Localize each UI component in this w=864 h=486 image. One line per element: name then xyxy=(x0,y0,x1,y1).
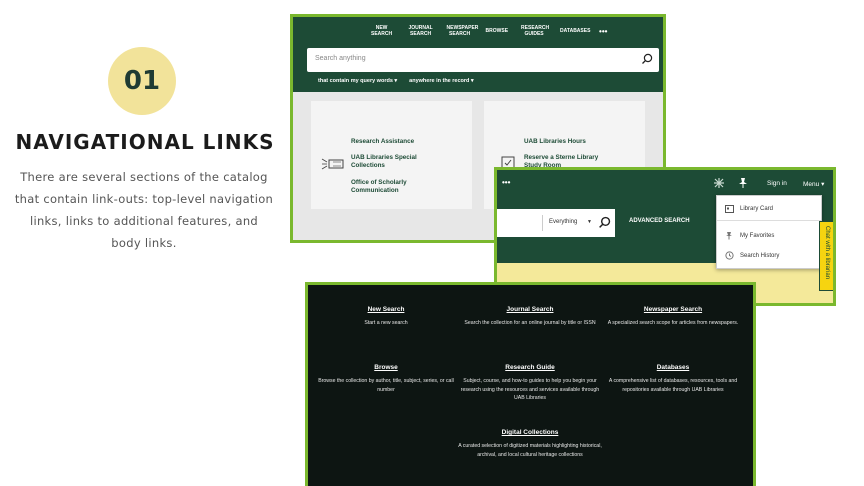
search-placeholder: Search anything xyxy=(315,55,366,62)
nav-title[interactable]: Journal Search xyxy=(455,305,605,314)
nav-card-research-guide[interactable]: Research Guide Subject, course, and how-… xyxy=(455,363,605,403)
search-filters: that contain my query words ▾ anywhere i… xyxy=(318,78,474,84)
nav-card-journal-search[interactable]: Journal Search Search the collection for… xyxy=(455,305,605,328)
search-band: Search anything that contain my query wo… xyxy=(293,45,663,92)
pin-icon[interactable] xyxy=(713,177,725,189)
id-card-icon xyxy=(725,205,734,213)
nav-description: A curated selection of digitized materia… xyxy=(458,443,602,458)
nav-title[interactable]: Digital Collections xyxy=(455,428,605,437)
user-menu-dropdown: Library Card My Favorites Search History xyxy=(716,195,822,269)
navigation-panel-screenshot: New Search Start a new search Journal Se… xyxy=(305,282,756,486)
nav-description: Subject, course, and how-to guides to he… xyxy=(460,378,600,401)
nav-newspaper-search[interactable]: NEWSPAPER SEARCH xyxy=(447,25,479,37)
pushpin-icon[interactable] xyxy=(737,177,749,189)
search-input[interactable]: Everything ▼ xyxy=(497,209,615,237)
chevron-down-icon[interactable]: ▼ xyxy=(587,219,592,225)
search-icon[interactable] xyxy=(598,216,611,229)
more-menu-icon[interactable]: ••• xyxy=(599,27,607,36)
nav-card-browse[interactable]: Browse Browse the collection by author, … xyxy=(311,363,461,394)
divider xyxy=(542,215,543,231)
nav-description: A specialized search scope for articles … xyxy=(607,320,739,326)
nav-research-guides[interactable]: RESEARCH GUIDES xyxy=(521,25,549,37)
menu-item-library-card[interactable]: Library Card xyxy=(725,205,773,213)
sign-in-link[interactable]: Sign in xyxy=(767,180,787,187)
link-special-collections[interactable]: UAB Libraries Special Collections xyxy=(351,154,451,170)
main-search-input[interactable]: Search anything xyxy=(307,48,659,72)
history-icon xyxy=(725,251,734,260)
chat-with-librarian-tab[interactable]: Chat with a librarian xyxy=(819,221,833,291)
nav-new-search[interactable]: NEW SEARCH xyxy=(369,25,395,37)
header-top-bar: ••• Sign in Menu ▾ xyxy=(497,170,833,198)
scope-selector[interactable]: Everything xyxy=(549,219,577,225)
section-heading: NAVIGATIONAL LINKS xyxy=(15,130,275,154)
nav-journal-search[interactable]: JOURNAL SEARCH xyxy=(408,25,434,37)
link-research-assistance[interactable]: Research Assistance xyxy=(351,138,461,146)
menu-item-my-favorites[interactable]: My Favorites xyxy=(725,231,774,240)
nav-title[interactable]: Databases xyxy=(598,363,748,372)
flashlight-icon xyxy=(321,158,344,170)
nav-title[interactable]: Newspaper Search xyxy=(598,305,748,314)
advanced-search-link[interactable]: ADVANCED SEARCH xyxy=(629,218,690,224)
nav-browse[interactable]: BROWSE xyxy=(486,28,509,34)
nav-card-newspaper-search[interactable]: Newspaper Search A specialized search sc… xyxy=(598,305,748,328)
search-icon[interactable] xyxy=(641,53,653,65)
nav-title[interactable]: Browse xyxy=(311,363,461,372)
nav-description: Search the collection for an online jour… xyxy=(464,320,596,326)
query-match-dropdown[interactable]: that contain my query words ▾ xyxy=(318,78,397,84)
nav-card-new-search[interactable]: New Search Start a new search xyxy=(311,305,461,328)
nav-description: Start a new search xyxy=(364,320,408,326)
nav-description: Browse the collection by author, title, … xyxy=(318,378,454,393)
section-number-badge: 01 xyxy=(108,47,176,115)
menu-item-search-history[interactable]: Search History xyxy=(725,251,779,260)
link-scholarly-communication[interactable]: Office of Scholarly Communication xyxy=(351,179,431,195)
nav-card-digital-collections[interactable]: Digital Collections A curated selection … xyxy=(455,428,605,459)
top-navigation-bar: NEW SEARCH JOURNAL SEARCH NEWSPAPER SEAR… xyxy=(293,17,663,45)
pushpin-icon xyxy=(726,232,732,240)
section-description: There are several sections of the catalo… xyxy=(14,170,274,250)
nav-card-databases[interactable]: Databases A comprehensive list of databa… xyxy=(598,363,748,394)
field-scope-dropdown[interactable]: anywhere in the record ▾ xyxy=(409,78,474,84)
menu-toggle[interactable]: Menu ▾ xyxy=(803,180,824,188)
resources-card: Research Assistance UAB Libraries Specia… xyxy=(311,101,472,209)
nav-title[interactable]: Research Guide xyxy=(455,363,605,372)
link-library-hours[interactable]: UAB Libraries Hours xyxy=(524,138,634,146)
divider xyxy=(717,220,821,221)
nav-description: A comprehensive list of databases, resou… xyxy=(608,378,738,393)
nav-databases[interactable]: DATABASES xyxy=(560,28,590,34)
more-menu-icon[interactable]: ••• xyxy=(502,178,510,187)
nav-title[interactable]: New Search xyxy=(311,305,461,314)
